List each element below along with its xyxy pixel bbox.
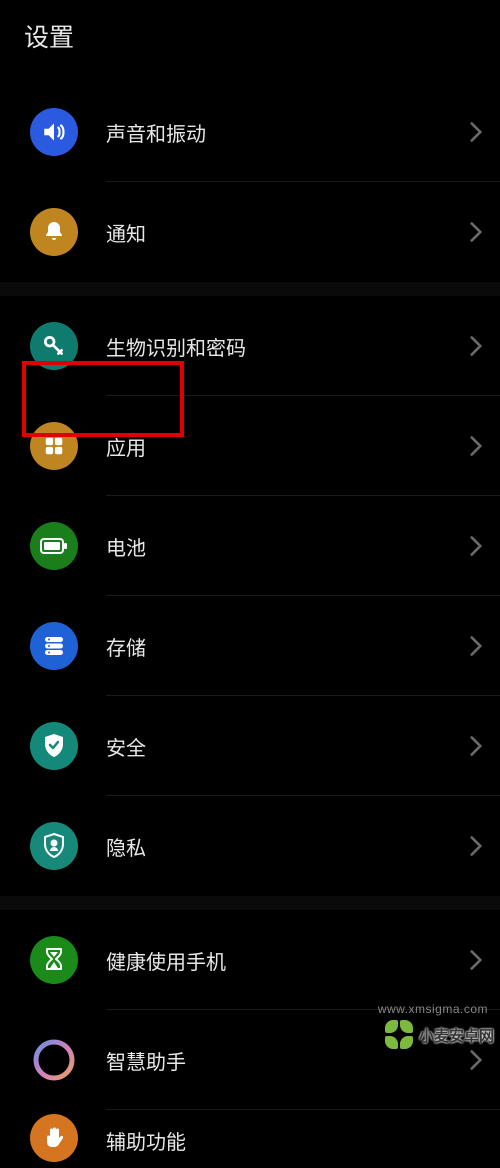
chevron-right-icon (470, 222, 482, 242)
page-title: 设置 (24, 18, 476, 54)
settings-item-digital-wellbeing[interactable]: 健康使用手机 (0, 910, 500, 1010)
hand-icon (30, 1114, 78, 1162)
header: 设置 (0, 0, 500, 82)
section-gap (0, 282, 500, 296)
item-label: 安全 (106, 732, 470, 761)
chevron-right-icon (470, 736, 482, 756)
watermark-brand: 小麦安卓网 (385, 1020, 494, 1050)
chevron-right-icon (470, 950, 482, 970)
chevron-right-icon (470, 1050, 482, 1070)
item-label: 辅助功能 (106, 1126, 482, 1155)
item-label: 应用 (106, 432, 470, 461)
chevron-right-icon (470, 336, 482, 356)
battery-icon (30, 522, 78, 570)
item-label: 声音和振动 (106, 118, 470, 147)
settings-item-accessibility[interactable]: 辅助功能 (0, 1110, 500, 1168)
item-label: 存储 (106, 632, 470, 661)
clover-icon (385, 1020, 415, 1050)
item-label: 隐私 (106, 832, 470, 861)
ring-icon (30, 1036, 78, 1084)
watermark-url: www.xmsigma.com (378, 1002, 488, 1016)
item-label: 电池 (106, 532, 470, 561)
settings-item-biometrics[interactable]: 生物识别和密码 (0, 296, 500, 396)
chevron-right-icon (470, 636, 482, 656)
storage-icon (30, 622, 78, 670)
settings-item-notifications[interactable]: 通知 (0, 182, 500, 282)
item-label: 生物识别和密码 (106, 332, 470, 361)
chevron-right-icon (470, 122, 482, 142)
settings-item-sound[interactable]: 声音和振动 (0, 82, 500, 182)
privacy-icon (30, 822, 78, 870)
settings-item-privacy[interactable]: 隐私 (0, 796, 500, 896)
chevron-right-icon (470, 536, 482, 556)
shield-icon (30, 722, 78, 770)
bell-icon (30, 208, 78, 256)
item-label: 健康使用手机 (106, 946, 470, 975)
watermark-text: 小麦安卓网 (419, 1025, 494, 1046)
grid-icon (30, 422, 78, 470)
settings-item-security[interactable]: 安全 (0, 696, 500, 796)
chevron-right-icon (470, 836, 482, 856)
sound-icon (30, 108, 78, 156)
chevron-right-icon (470, 436, 482, 456)
settings-item-apps[interactable]: 应用 (0, 396, 500, 496)
key-icon (30, 322, 78, 370)
item-label: 通知 (106, 218, 470, 247)
hourglass-icon (30, 936, 78, 984)
settings-item-battery[interactable]: 电池 (0, 496, 500, 596)
section-gap (0, 896, 500, 910)
settings-item-storage[interactable]: 存储 (0, 596, 500, 696)
